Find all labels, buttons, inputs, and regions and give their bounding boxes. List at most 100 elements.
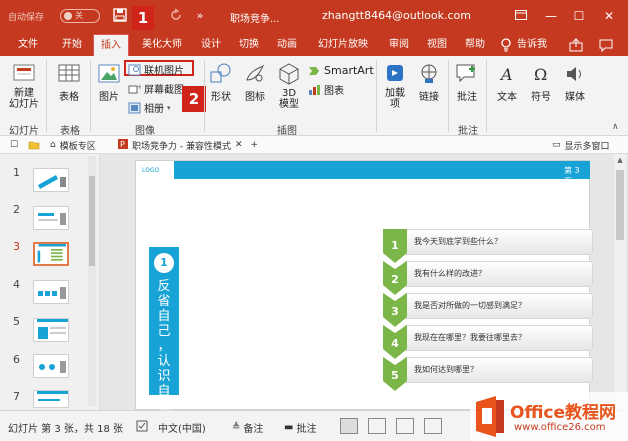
qat-more-icon[interactable]: » (192, 8, 208, 24)
reading-view-icon[interactable] (396, 418, 414, 434)
picture-icon (96, 62, 122, 86)
table-button[interactable]: 表格 (52, 62, 86, 103)
document-title: 职场竞争... (230, 14, 280, 25)
tab-slideshow[interactable]: 幻灯片放映 (310, 34, 376, 56)
group-separator (90, 60, 91, 132)
thumb-number-selected: 3 (13, 240, 20, 253)
minimize-icon[interactable]: — (540, 6, 562, 26)
maximize-icon[interactable]: ☐ (568, 6, 590, 26)
album-button[interactable]: 相册 ▾ (128, 100, 171, 115)
thumb-number: 6 (13, 353, 20, 366)
folder-icon[interactable] (28, 138, 40, 152)
comments-icon: ▬ (284, 422, 294, 433)
text-button[interactable]: A 文本 (492, 62, 522, 103)
share-icon[interactable] (568, 37, 584, 53)
tab-transitions[interactable]: 切换 (232, 34, 266, 56)
tab-view[interactable]: 视图 (420, 34, 454, 56)
slide-thumbnail[interactable] (33, 206, 69, 230)
thumbnail-scroll-thumb[interactable] (89, 176, 95, 266)
close-icon[interactable]: ✕ (598, 6, 620, 26)
smartart-icon (308, 65, 321, 77)
chart-button[interactable]: 图表 (308, 82, 344, 97)
slide-side-banner: 1 反 省 自 己 ， 认 识 自 我 (149, 247, 179, 414)
show-multi-window-button[interactable]: ▭ 显示多窗口 (552, 138, 610, 152)
screenshot-button[interactable]: + 屏幕截图 (128, 81, 184, 96)
slide-header-bar: 第 3 页 (174, 161, 590, 186)
step-number: 5 (391, 369, 399, 382)
smartart-button[interactable]: SmartArt (308, 64, 374, 77)
thumbnail-scrollbar[interactable] (88, 156, 96, 406)
svg-text:A: A (499, 65, 513, 84)
tab-review[interactable]: 审阅 (382, 34, 416, 56)
current-slide[interactable]: LOGO 第 3 页 1 反 省 自 己 ， 认 识 自 我 我今天到底学到些什… (135, 160, 593, 414)
slide-thumbnail[interactable] (33, 168, 69, 192)
title-bar: 自动保存 关 1 » 职场竞争... zhangtt8464@outlook.c… (0, 0, 628, 34)
language-indicator[interactable]: 中文(中国) (158, 420, 206, 435)
slide-thumbnail[interactable] (33, 318, 69, 342)
close-tab-icon[interactable]: ✕ (235, 140, 243, 150)
group-label-images: 图像 (135, 126, 155, 137)
notes-button[interactable]: ≜ 备注 (232, 420, 263, 435)
user-account[interactable]: zhangtt8464@outlook.com (322, 9, 471, 22)
group-separator (376, 60, 377, 132)
banner-number-circle: 1 (154, 253, 174, 273)
slide-page-label: 第 3 页 (564, 166, 580, 186)
slideshow-view-icon[interactable] (424, 418, 442, 434)
autosave-toggle[interactable]: 关 (60, 9, 100, 23)
online-picture-icon (128, 64, 141, 76)
home-icon: ⌂ (50, 140, 56, 150)
3d-model-button[interactable]: 3D 模型 (274, 62, 304, 110)
watermark-url: www.office26.com (514, 422, 606, 433)
comments-button[interactable]: ▬ 批注 (284, 420, 316, 435)
cube-icon (276, 62, 302, 86)
tab-insert[interactable]: 插入 (93, 34, 129, 56)
group-separator (204, 60, 205, 132)
icons-button[interactable]: 图标 (240, 62, 270, 103)
new-slide-button[interactable]: 新建 幻灯片 (6, 62, 42, 110)
comment-button[interactable]: 批注 (452, 62, 482, 103)
media-button[interactable]: 媒体 (560, 62, 590, 103)
slide-thumbnail[interactable] (33, 354, 69, 378)
new-doc-icon[interactable]: ☐ (10, 138, 18, 152)
shapes-icon (208, 62, 234, 86)
canvas-scroll-thumb[interactable] (616, 170, 624, 240)
shapes-button[interactable]: 形状 (206, 62, 236, 103)
scroll-up-icon[interactable]: ▲ (616, 156, 624, 164)
slide-thumbnail[interactable] (33, 280, 69, 304)
symbol-button[interactable]: Ω 符号 (526, 62, 556, 103)
screenshot-icon: + (128, 83, 143, 95)
tab-tell-me[interactable]: 告诉我 (512, 34, 552, 56)
online-picture-button[interactable]: 联机图片 (128, 62, 184, 77)
tab-help[interactable]: 帮助 (458, 34, 492, 56)
collapse-ribbon-icon[interactable]: ∧ (612, 122, 619, 132)
table-icon (56, 62, 82, 86)
normal-view-icon[interactable] (340, 418, 358, 434)
comment-icon[interactable] (598, 37, 614, 53)
tab-template-area[interactable]: ⌂ 模板专区 (50, 138, 96, 152)
tab-home[interactable]: 开始 (54, 34, 90, 56)
tab-animations[interactable]: 动画 (270, 34, 304, 56)
slide-thumbnail-selected[interactable] (33, 242, 69, 266)
slide-logo: LOGO (142, 167, 160, 174)
tab-document[interactable]: P 职场竞争力 - 兼容性模式 ✕ + (118, 138, 258, 152)
addins-button[interactable]: 加载 项 (380, 62, 410, 110)
window-icon: ▭ (552, 140, 561, 150)
svg-text:+: + (137, 83, 141, 91)
add-tab-icon[interactable]: + (251, 140, 259, 150)
link-button[interactable]: 链接 (414, 62, 444, 103)
tab-beautify[interactable]: 美化大师 (136, 34, 188, 56)
addins-icon (382, 62, 408, 86)
thumb-number: 4 (13, 278, 20, 291)
thumb-number: 1 (13, 166, 20, 179)
ribbon-display-icon[interactable] (510, 6, 532, 26)
picture-button[interactable]: 图片 (94, 62, 124, 103)
accessibility-icon[interactable] (136, 420, 148, 432)
watermark-brand: Office教程网 (510, 403, 617, 423)
save-icon[interactable] (112, 8, 128, 24)
slide-thumbnail[interactable] (33, 390, 69, 408)
slide-sorter-view-icon[interactable] (368, 418, 386, 434)
tab-file[interactable]: 文件 (10, 34, 46, 56)
tab-design[interactable]: 设计 (194, 34, 228, 56)
redo-icon[interactable] (168, 8, 184, 24)
canvas-scrollbar[interactable]: ▲ (614, 154, 626, 410)
